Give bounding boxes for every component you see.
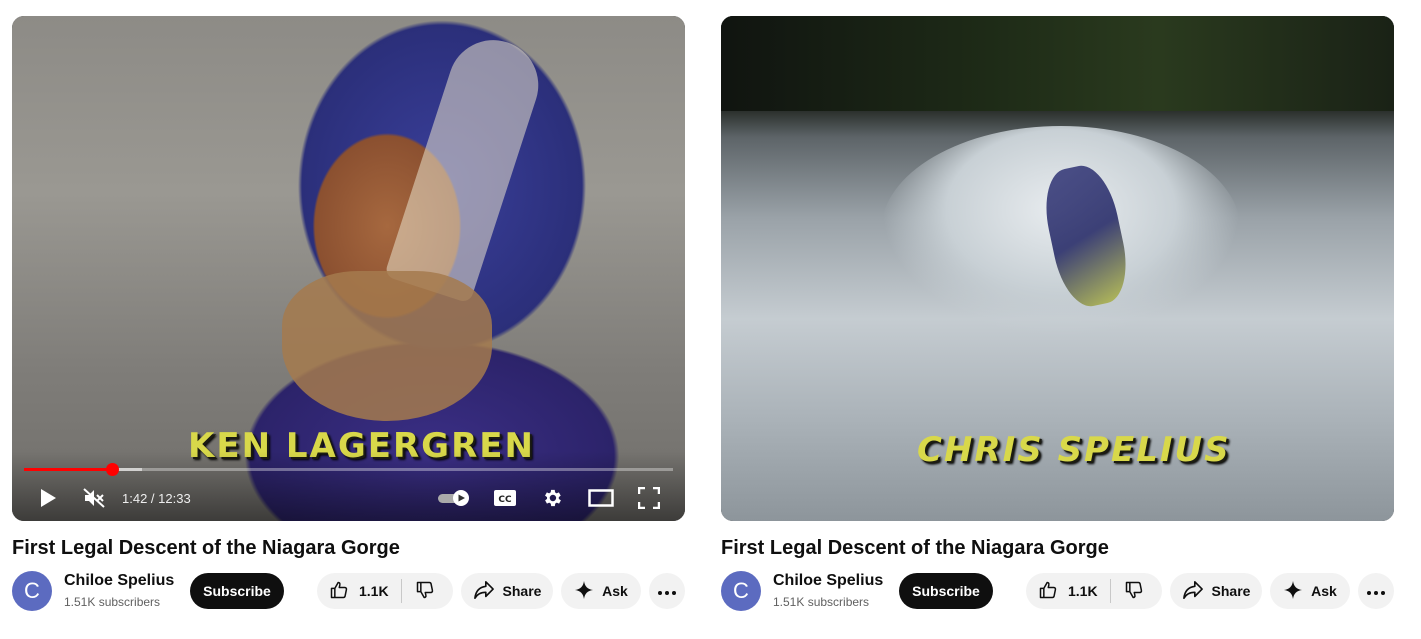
share-label: Share: [1211, 583, 1251, 599]
share-arrow-icon: [473, 580, 495, 603]
ask-label: Ask: [1311, 583, 1337, 599]
svg-text:CC: CC: [498, 495, 512, 505]
video-title[interactable]: First Legal Descent of the Niagara Gorge: [12, 537, 400, 560]
gear-icon[interactable]: [539, 483, 565, 513]
video-meta-row: C Chiloe Spelius 1.51K subscribers Subsc…: [721, 571, 1394, 611]
progress-bar[interactable]: [24, 463, 673, 476]
share-label: Share: [502, 583, 542, 599]
more-horizontal-icon: [657, 583, 677, 599]
video-card-right: CHRIS SPELIUS First Legal Descent of the…: [721, 16, 1394, 611]
sparkle-icon: [1283, 580, 1303, 603]
more-actions-button[interactable]: [649, 573, 685, 609]
ask-label: Ask: [602, 583, 628, 599]
fullscreen-icon[interactable]: [636, 483, 662, 513]
channel-name[interactable]: Chiloe Spelius: [773, 572, 883, 590]
theater-mode-icon[interactable]: [587, 483, 615, 513]
channel-avatar[interactable]: C: [12, 571, 52, 611]
subscriber-count: 1.51K subscribers: [773, 595, 870, 609]
subscribe-button[interactable]: Subscribe: [190, 573, 284, 609]
share-arrow-icon: [1182, 580, 1204, 603]
progress-scrubber-handle[interactable]: [106, 463, 120, 476]
subscribe-button[interactable]: Subscribe: [899, 573, 993, 609]
share-button[interactable]: Share: [1170, 573, 1262, 609]
sparkle-icon: [574, 580, 594, 603]
like-count: 1.1K: [1068, 583, 1098, 599]
share-button[interactable]: Share: [461, 573, 553, 609]
thumbs-down-icon: [1124, 580, 1144, 603]
subscriber-count: 1.51K subscribers: [64, 595, 161, 609]
video-player[interactable]: KEN LAGERGREN 1:42 / 12:33 CC: [12, 16, 685, 521]
more-actions-button[interactable]: [1358, 573, 1394, 609]
play-icon[interactable]: [34, 483, 62, 513]
cc-icon[interactable]: CC: [492, 483, 518, 513]
dislike-button[interactable]: [1111, 573, 1157, 609]
muted-speaker-icon[interactable]: [80, 483, 108, 513]
video-overlay-caption: CHRIS SPELIUS: [917, 430, 1231, 470]
video-title[interactable]: First Legal Descent of the Niagara Gorge: [721, 537, 1109, 560]
like-button[interactable]: 1.1K: [1026, 573, 1110, 609]
video-card-left: KEN LAGERGREN 1:42 / 12:33 CC First Lega…: [12, 16, 685, 611]
thumbs-up-icon: [1038, 580, 1058, 603]
autoplay-toggle-icon[interactable]: [436, 483, 472, 513]
ask-button[interactable]: Ask: [561, 573, 641, 609]
player-controls: 1:42 / 12:33 CC: [12, 451, 685, 521]
thumbs-down-icon: [415, 580, 435, 603]
ask-button[interactable]: Ask: [1270, 573, 1350, 609]
like-dislike-group: 1.1K: [317, 573, 453, 609]
video-meta-row: C Chiloe Spelius 1.51K subscribers Subsc…: [12, 571, 685, 611]
thumbs-up-icon: [329, 580, 349, 603]
like-count: 1.1K: [359, 583, 389, 599]
like-dislike-group: 1.1K: [1026, 573, 1162, 609]
video-player[interactable]: CHRIS SPELIUS: [721, 16, 1394, 521]
more-horizontal-icon: [1366, 583, 1386, 599]
progress-played: [24, 468, 113, 471]
channel-avatar[interactable]: C: [721, 571, 761, 611]
time-display: 1:42 / 12:33: [122, 491, 191, 506]
dislike-button[interactable]: [402, 573, 448, 609]
channel-name[interactable]: Chiloe Spelius: [64, 572, 174, 590]
like-button[interactable]: 1.1K: [317, 573, 401, 609]
